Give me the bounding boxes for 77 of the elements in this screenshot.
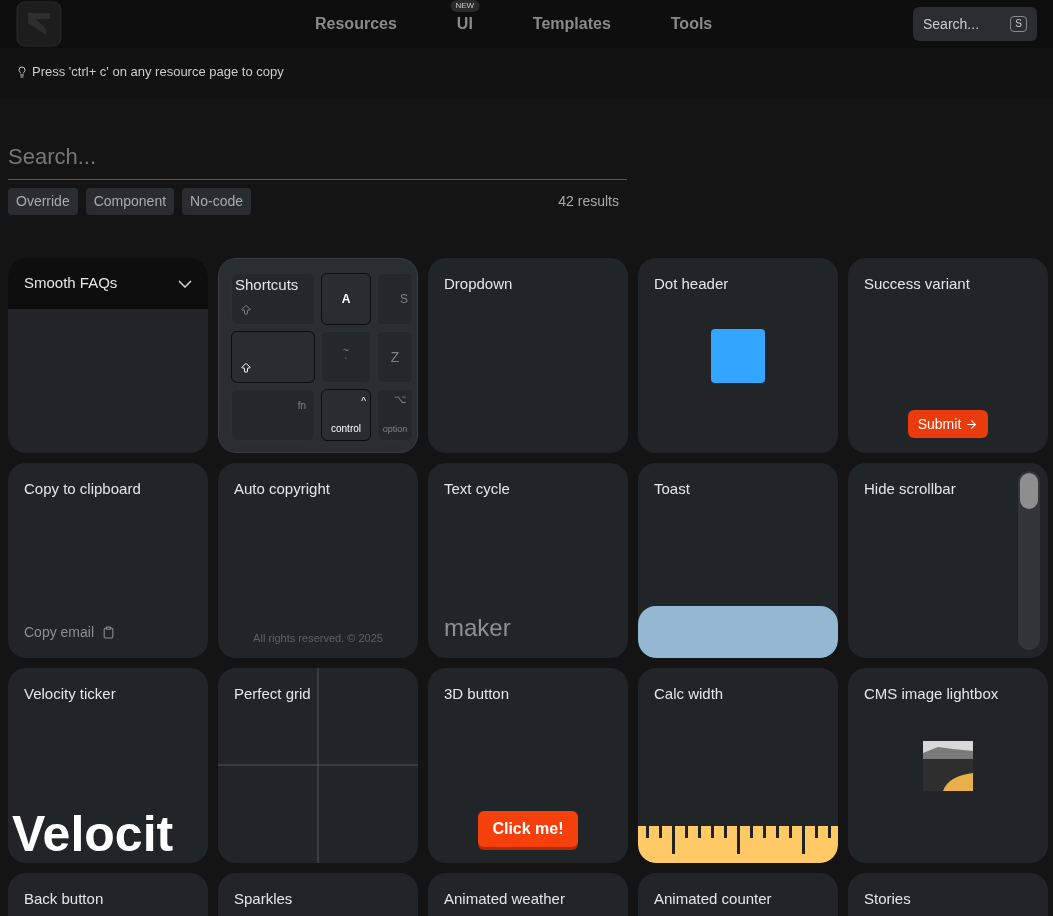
card-title: Auto copyright — [234, 479, 330, 499]
landscape-thumbnail — [923, 740, 973, 791]
card-title: Text cycle — [444, 479, 510, 499]
card-title: 3D button — [444, 684, 510, 704]
keyboard-key: A — [321, 273, 371, 325]
component-card[interactable]: Success variant Submit — [848, 258, 1048, 453]
cycling-word: maker — [444, 613, 511, 643]
component-card[interactable]: CMS image lightbox — [848, 668, 1048, 863]
component-card[interactable]: Perfect grid — [218, 668, 418, 863]
logo-icon[interactable] — [16, 1, 62, 47]
card-title: Dropdown — [444, 274, 513, 294]
component-card[interactable]: Animated counter — [638, 873, 838, 916]
card-title: Shortcuts — [235, 275, 299, 295]
copy-email-link[interactable]: Copy email — [24, 622, 95, 642]
component-card[interactable]: Smooth FAQs — [8, 258, 208, 453]
keyboard-key: ~ ` — [321, 331, 371, 383]
dot-square — [711, 328, 765, 383]
component-card[interactable]: Shortcuts A S ~ ` Z fn ^ control ⌥ option — [218, 258, 418, 453]
component-card[interactable]: Calc width — [638, 668, 838, 863]
keyboard-key: ^ control — [321, 389, 371, 441]
component-card[interactable]: Back button — [8, 873, 208, 916]
card-title: Perfect grid — [234, 684, 311, 704]
clipboard-icon — [102, 625, 116, 639]
card-title: Smooth FAQs — [24, 273, 118, 294]
results-count: 42 results — [558, 192, 619, 211]
copyright-text: All rights reserved. © 2025 — [253, 630, 383, 646]
card-title: Sparkles — [234, 889, 293, 909]
component-card[interactable]: Stories — [848, 873, 1048, 916]
nav-link[interactable]: Resources — [315, 15, 397, 32]
header-search-field[interactable]: Search... S — [913, 7, 1037, 41]
component-card[interactable]: Toast — [638, 463, 838, 658]
card-title: Stories — [864, 889, 911, 909]
ticker-text: Velocit — [12, 809, 174, 859]
chevron-icon — [178, 279, 192, 288]
component-card[interactable]: Velocity ticker Velocit — [8, 668, 208, 863]
filter-tag[interactable]: No-code — [182, 188, 251, 215]
shift-icon — [240, 304, 252, 316]
filter-tag[interactable]: Override — [8, 188, 78, 215]
keyboard-key: fn — [231, 389, 315, 441]
component-card[interactable]: Sparkles — [218, 873, 418, 916]
filter-tag[interactable]: Component — [85, 188, 175, 215]
card-title: Toast — [654, 479, 690, 499]
component-card[interactable]: Animated weather — [428, 873, 628, 916]
shift-icon — [240, 362, 252, 374]
click-button[interactable]: Click me! — [478, 811, 578, 847]
keyboard-key: S — [377, 273, 413, 325]
card-title: CMS image lightbox — [864, 684, 999, 704]
new-badge: NEW — [450, 0, 480, 12]
card-title: Hide scrollbar — [864, 479, 956, 499]
card-title: Animated weather — [444, 889, 565, 909]
card-title: Calc width — [654, 684, 724, 704]
component-card[interactable]: Auto copyright All rights reserved. © 2025 — [218, 463, 418, 658]
lightbulb-icon — [16, 66, 28, 78]
component-card[interactable]: Text cycle maker — [428, 463, 628, 658]
keyboard-key: ⌥ option — [377, 389, 413, 441]
card-title: Copy to clipboard — [24, 479, 141, 499]
component-card[interactable]: Copy to clipboard Copy email — [8, 463, 208, 658]
card-title: Dot header — [654, 274, 729, 294]
faq-header[interactable]: Smooth FAQs — [8, 258, 208, 309]
component-card[interactable]: Hide scrollbar — [848, 463, 1048, 658]
card-title: Back button — [24, 889, 104, 909]
keyboard-key: Z — [377, 331, 413, 383]
scrollbar-thumb — [1020, 473, 1038, 509]
nav-link[interactable]: UI — [456, 15, 473, 32]
component-card[interactable]: 3D button Click me! — [428, 668, 628, 863]
card-title: Velocity ticker — [24, 684, 116, 704]
card-title: Animated counter — [654, 889, 772, 909]
hint-text: Press 'ctrl+ c' on any resource page to copy — [32, 63, 284, 82]
arrow-icon — [965, 417, 979, 431]
component-card[interactable]: Dropdown — [428, 258, 628, 453]
component-card[interactable]: Dot header — [638, 258, 838, 453]
shortcut-key: S — [1010, 15, 1027, 33]
search-field[interactable]: Search... — [8, 140, 627, 180]
nav-link[interactable]: Tools — [670, 15, 713, 32]
card-title: Success variant — [864, 274, 970, 294]
submit-button[interactable]: Submit — [907, 410, 989, 438]
nav-link[interactable]: Templates — [532, 15, 611, 32]
